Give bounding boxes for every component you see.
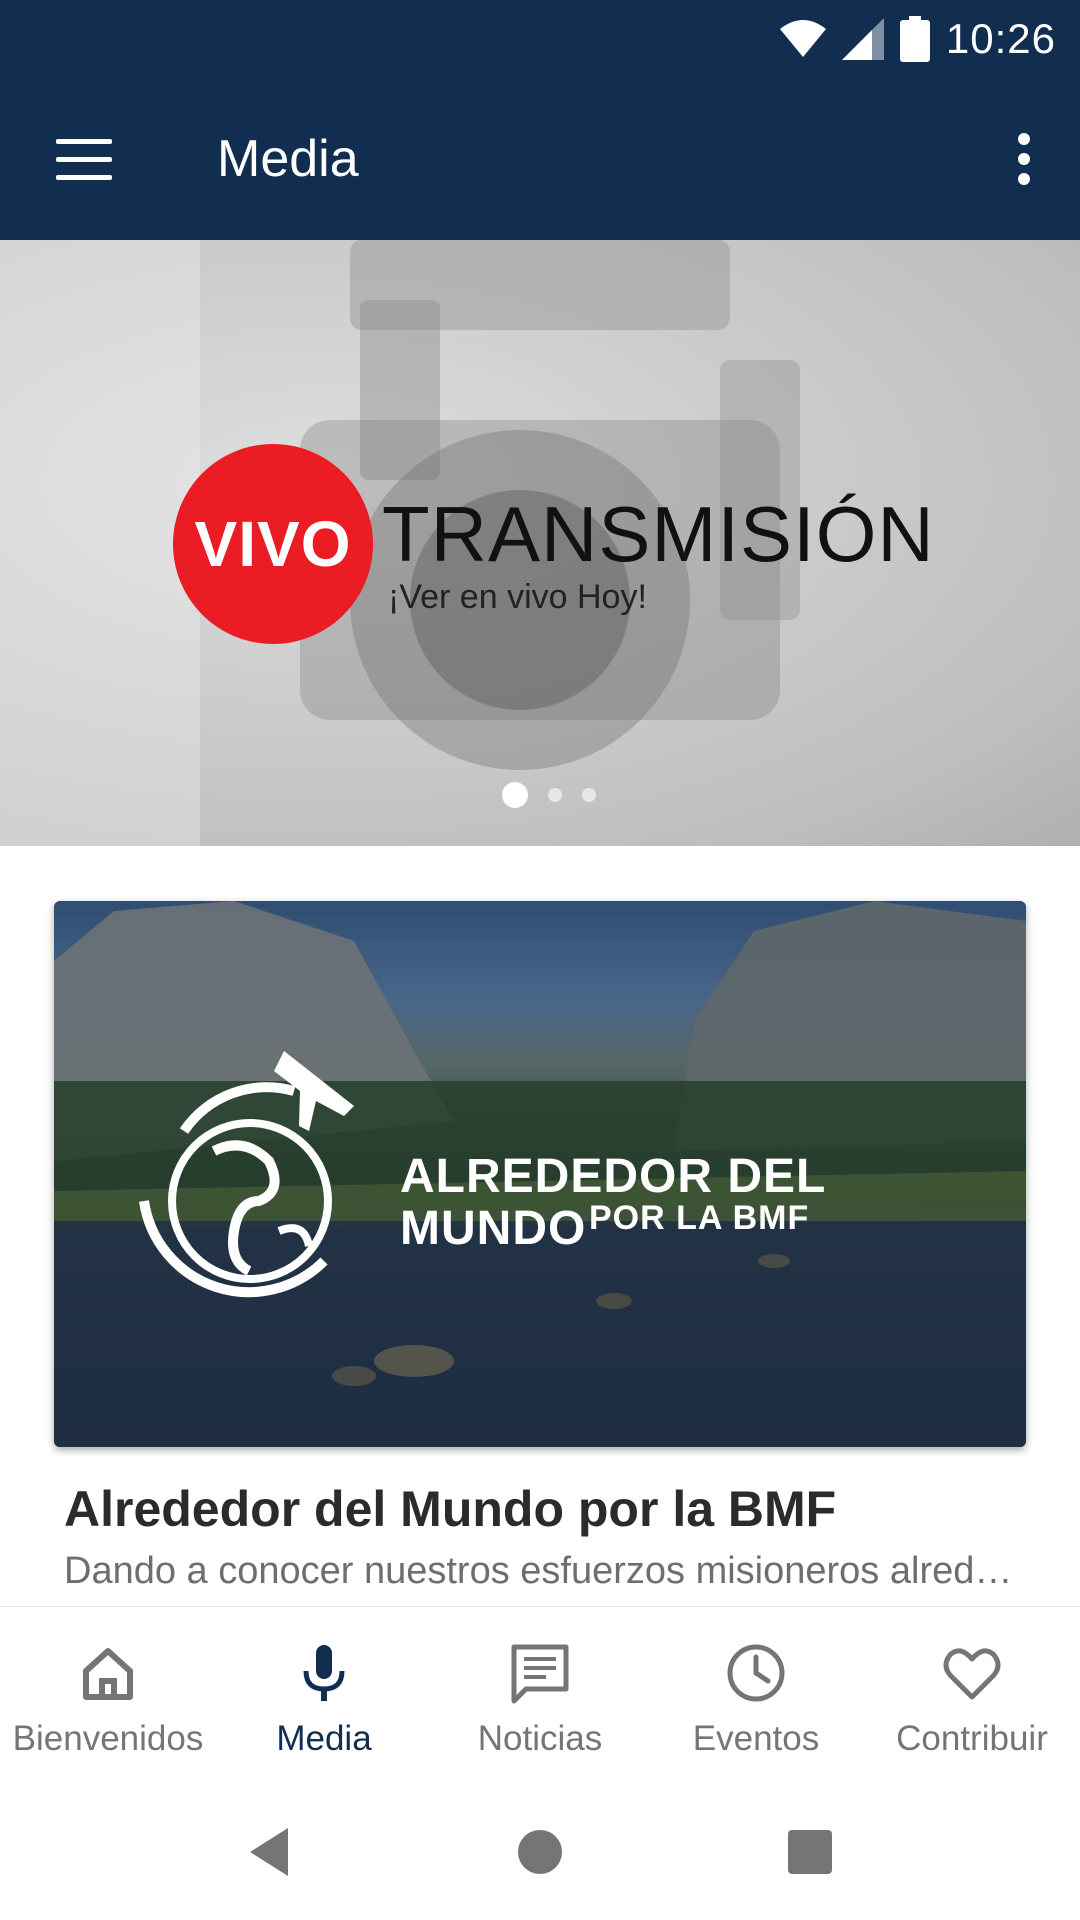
app-bar: Media xyxy=(0,78,1080,240)
nav-item-contribuir[interactable]: Contribuir xyxy=(864,1607,1080,1782)
nav-item-eventos[interactable]: Eventos xyxy=(648,1607,864,1782)
card-description: Dando a conocer nuestros esfuerzos misio… xyxy=(64,1550,1024,1592)
vivo-badge-text: VIVO xyxy=(194,508,352,580)
recents-icon[interactable] xyxy=(780,1822,840,1882)
nav-label: Eventos xyxy=(692,1719,820,1758)
more-vert-icon[interactable] xyxy=(1004,124,1044,194)
nav-label: Noticias xyxy=(477,1719,603,1758)
hamburger-menu-icon[interactable] xyxy=(40,124,130,194)
heart-icon xyxy=(943,1648,1001,1700)
nav-item-noticias[interactable]: Noticias xyxy=(432,1607,648,1782)
signal-icon xyxy=(841,18,884,60)
status-icons: 10:26 xyxy=(779,12,1056,66)
vivo-badge: VIVO xyxy=(173,444,373,644)
nav-item-media[interactable]: Media xyxy=(216,1607,432,1782)
hero-subline: ¡Ver en vivo Hoy! xyxy=(388,578,647,616)
status-time: 10:26 xyxy=(945,15,1056,62)
carousel-dot-3[interactable] xyxy=(582,788,596,802)
system-navigation-bar xyxy=(0,1782,1080,1920)
battery-icon xyxy=(899,16,930,62)
card-title[interactable]: Alrededor del Mundo por la BMF xyxy=(64,1480,836,1538)
clock-icon xyxy=(727,1644,785,1702)
nav-item-bienvenidos[interactable]: Bienvenidos xyxy=(0,1607,216,1782)
hero-headline: TRANSMISIÓN xyxy=(382,490,935,578)
microphone-icon xyxy=(303,1645,345,1701)
home-circle-icon[interactable] xyxy=(510,1822,570,1882)
status-bar: 10:26 xyxy=(0,0,1080,78)
back-icon[interactable] xyxy=(240,1822,300,1882)
carousel-dot-2[interactable] xyxy=(548,788,562,802)
nav-label: Contribuir xyxy=(896,1719,1048,1758)
wifi-icon xyxy=(779,20,826,57)
bottom-navigation: Bienvenidos Media Noticias Eventos Contr… xyxy=(0,1606,1080,1782)
nav-label: Media xyxy=(276,1719,372,1758)
carousel-dot-1[interactable] xyxy=(502,782,528,808)
nav-label: Bienvenidos xyxy=(12,1719,204,1758)
hero-carousel[interactable]: VIVO TRANSMISIÓN ¡Ver en vivo Hoy! xyxy=(0,240,1080,846)
news-icon xyxy=(511,1644,569,1704)
carousel-indicator xyxy=(0,782,1080,808)
card-image-subline: POR LA BMF xyxy=(589,1199,810,1237)
page-title: Media xyxy=(217,130,359,188)
home-icon xyxy=(83,1648,133,1700)
media-card-image[interactable]: ALREDEDOR DEL MUNDO POR LA BMF xyxy=(54,901,1026,1447)
